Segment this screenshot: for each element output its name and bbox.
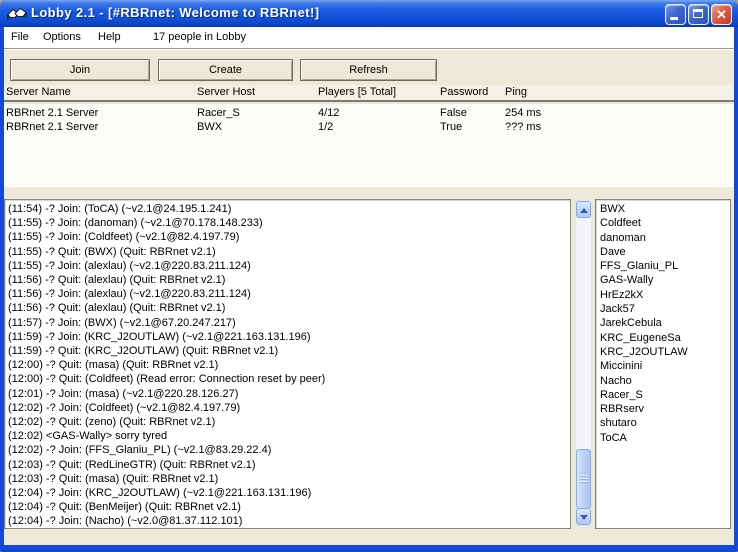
chat-line: (11:55) -? Join: (alexlau) (~v2.1@220.83… — [8, 259, 570, 273]
minimize-icon — [670, 17, 678, 20]
server-table-header: Server Name Server Host Players [5 Total… — [4, 85, 734, 102]
server-row[interactable]: RBRnet 2.1 Server BWX 1/2 True ??? ms — [4, 120, 734, 134]
chat-line: (12:02) -? Join: (FFS_Glaniu_PL) (~v2.1@… — [8, 443, 570, 457]
menu-file[interactable]: File — [11, 27, 29, 48]
user-list-item[interactable]: Jack57 — [600, 302, 730, 316]
handshake-icon — [7, 5, 27, 21]
user-list-item[interactable]: Coldfeet — [600, 216, 730, 230]
close-button[interactable]: ✕ — [711, 4, 732, 25]
scroll-up-icon — [580, 208, 588, 213]
ping-cell: ??? ms — [505, 120, 541, 134]
server-table: RBRnet 2.1 Server Racer_S 4/12 False 254… — [4, 104, 734, 187]
chat-line: (12:02) -? Join: (Coldfeet) (~v2.1@82.4.… — [8, 401, 570, 415]
user-list-item[interactable]: Miccinini — [600, 359, 730, 373]
ping-cell: 254 ms — [505, 106, 541, 120]
chat-line: (11:56) -? Join: (alexlau) (~v2.1@220.83… — [8, 287, 570, 301]
user-list-item[interactable]: ToCA — [600, 431, 730, 445]
chat-line: (11:57) -? Join: (BWX) (~v2.1@67.20.247.… — [8, 316, 570, 330]
server-host-cell: BWX — [197, 120, 222, 134]
menu-help[interactable]: Help — [98, 27, 121, 48]
chat-line: (11:55) -? Quit: (BWX) (Quit: RBRnet v2.… — [8, 245, 570, 259]
chat-line: (12:01) -? Join: (masa) (~v2.1@220.28.12… — [8, 387, 570, 401]
user-list-item[interactable]: FFS_Glaniu_PL — [600, 259, 730, 273]
user-list-item[interactable]: shutaro — [600, 416, 730, 430]
server-name-cell: RBRnet 2.1 Server — [6, 106, 98, 120]
user-list-item[interactable]: danoman — [600, 231, 730, 245]
chat-scrollbar[interactable] — [575, 200, 592, 526]
chat-log: (11:54) -? Join: (ToCA) (~v2.1@24.195.1.… — [4, 199, 571, 529]
scrollbar-grip-icon — [580, 475, 588, 484]
players-cell: 1/2 — [318, 120, 333, 134]
user-list-item[interactable]: GAS-Wally — [600, 273, 730, 287]
password-cell: True — [440, 120, 462, 134]
scroll-down-icon — [580, 515, 588, 520]
chat-line: (11:59) -? Quit: (KRC_J2OUTLAW) (Quit: R… — [8, 344, 570, 358]
chat-line: (12:03) -? Quit: (masa) (Quit: RBRnet v2… — [8, 472, 570, 486]
user-list-item[interactable]: KRC_J2OUTLAW — [600, 345, 730, 359]
scroll-up-button[interactable] — [576, 201, 591, 218]
user-list-item[interactable]: KRC_EugeneSa — [600, 331, 730, 345]
chat-line: (12:04) -? Quit: (BenMeijer) (Quit: RBRn… — [8, 500, 570, 514]
server-name-cell: RBRnet 2.1 Server — [6, 120, 98, 134]
window-title: Lobby 2.1 - [#RBRnet: Welcome to RBRnet!… — [31, 5, 319, 20]
chat-line: (11:55) -? Join: (danoman) (~v2.1@70.178… — [8, 216, 570, 230]
menu-options[interactable]: Options — [43, 27, 81, 48]
server-row[interactable]: RBRnet 2.1 Server Racer_S 4/12 False 254… — [4, 106, 734, 120]
create-button[interactable]: Create — [158, 59, 293, 81]
chat-line: (12:02) <GAS-Wally> sorry tyred — [8, 429, 570, 443]
chat-line: (12:00) -? Quit: (masa) (Quit: RBRnet v2… — [8, 358, 570, 372]
header-password: Password — [440, 86, 488, 98]
header-players: Players [5 Total] — [318, 86, 396, 98]
header-server-host: Server Host — [197, 86, 255, 98]
refresh-button[interactable]: Refresh — [300, 59, 437, 81]
user-list-item[interactable]: Racer_S — [600, 388, 730, 402]
user-list-item[interactable]: HrEz2kX — [600, 288, 730, 302]
chat-line: (11:54) -? Join: (ToCA) (~v2.1@24.195.1.… — [8, 202, 570, 216]
password-cell: False — [440, 106, 467, 120]
user-list-item[interactable]: BWX — [600, 202, 730, 216]
players-cell: 4/12 — [318, 106, 339, 120]
scrollbar-thumb[interactable] — [576, 449, 591, 509]
user-list-item[interactable]: Nacho — [600, 374, 730, 388]
maximize-button[interactable] — [688, 4, 709, 25]
window-content: File Options Help 17 people in Lobby Joi… — [4, 27, 734, 545]
close-icon: ✕ — [712, 5, 731, 24]
lobby-people-count: 17 people in Lobby — [153, 27, 246, 48]
chat-line: (12:04) -? Join: (KRC_J2OUTLAW) (~v2.1@2… — [8, 486, 570, 500]
chat-line: (11:56) -? Quit: (alexlau) (Quit: RBRnet… — [8, 301, 570, 315]
maximize-icon — [693, 9, 703, 18]
lobby-window: Lobby 2.1 - [#RBRnet: Welcome to RBRnet!… — [0, 0, 738, 552]
user-list-item[interactable]: JarekCebula — [600, 316, 730, 330]
scroll-down-button[interactable] — [576, 508, 591, 525]
user-list: BWX Coldfeet danoman Dave FFS_Glaniu_PL … — [595, 199, 731, 529]
minimize-button[interactable] — [665, 4, 686, 25]
chat-line: (11:56) -? Quit: (alexlau) (Quit: RBRnet… — [8, 273, 570, 287]
server-host-cell: Racer_S — [197, 106, 240, 120]
header-ping: Ping — [505, 86, 527, 98]
chat-line: (11:55) -? Join: (Coldfeet) (~v2.1@82.4.… — [8, 230, 570, 244]
chat-line: (12:02) -? Quit: (zeno) (Quit: RBRnet v2… — [8, 415, 570, 429]
titlebar[interactable]: Lobby 2.1 - [#RBRnet: Welcome to RBRnet!… — [0, 0, 738, 27]
chat-line: (12:04) -? Join: (Nacho) (~v2.0@81.37.11… — [8, 514, 570, 528]
chat-line: (12:03) -? Quit: (RedLineGTR) (Quit: RBR… — [8, 458, 570, 472]
menu-divider — [4, 48, 734, 50]
join-button[interactable]: Join — [10, 59, 150, 81]
header-server-name: Server Name — [6, 86, 71, 98]
chat-line: (11:59) -? Join: (KRC_J2OUTLAW) (~v2.1@2… — [8, 330, 570, 344]
user-list-item[interactable]: Dave — [600, 245, 730, 259]
menu-bar: File Options Help 17 people in Lobby — [4, 27, 734, 48]
chat-line: (12:00) -? Quit: (Coldfeet) (Read error:… — [8, 372, 570, 386]
user-list-item[interactable]: RBRserv — [600, 402, 730, 416]
